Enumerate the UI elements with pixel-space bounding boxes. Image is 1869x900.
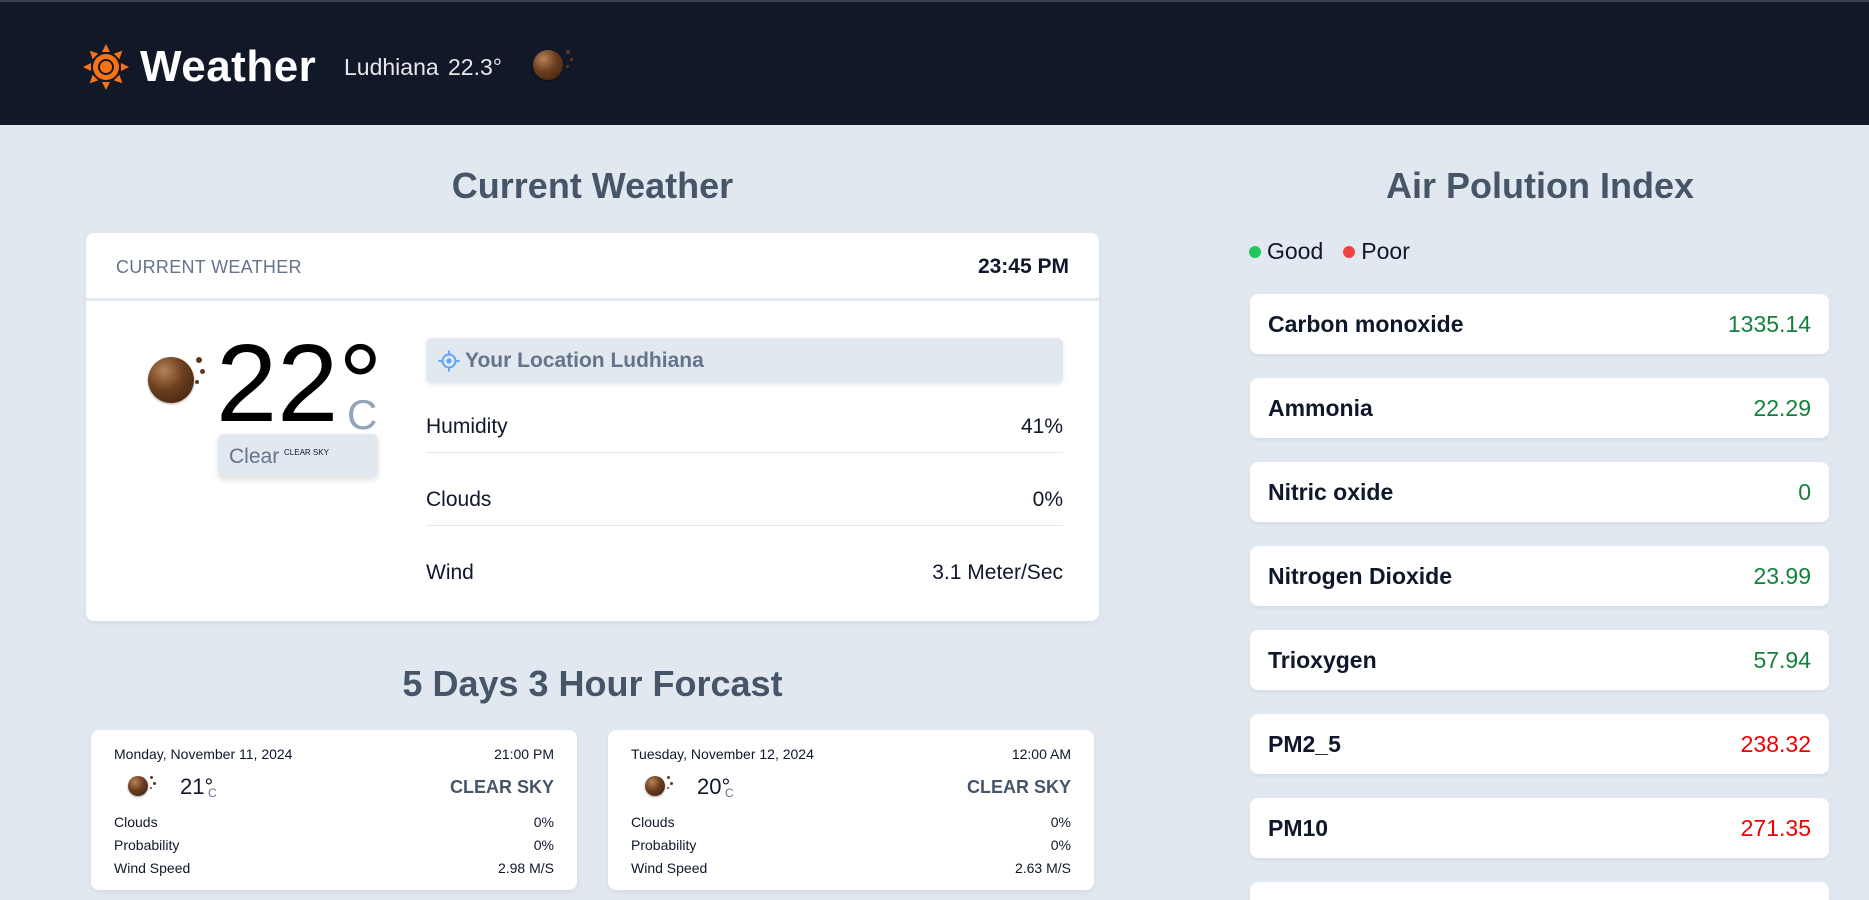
pollutant-name: Carbon monoxide	[1268, 311, 1464, 337]
pollutant-value: 0	[1798, 479, 1811, 505]
location-pill[interactable]: Your Location Ludhiana	[426, 338, 1063, 383]
forecast-row-label: Probability	[114, 837, 180, 853]
pollutant-value: 238.32	[1740, 731, 1811, 757]
legend-item-poor: Poor	[1343, 238, 1410, 265]
location-target-icon	[438, 350, 460, 372]
forecast-row: Wind Speed 2.98 M/S	[114, 860, 554, 880]
header-city: Ludhiana	[344, 54, 439, 80]
forecast-row-label: Wind Speed	[114, 860, 191, 876]
forecast-row-label: Probability	[631, 837, 697, 853]
condition-description: CLEAR SKY	[284, 448, 329, 457]
legend-dot-good	[1249, 245, 1261, 258]
legend-label: Poor	[1361, 238, 1410, 264]
condition-main: Clear	[229, 445, 280, 468]
pollutant-card: PM10 271.35	[1250, 798, 1829, 858]
forecast-unit: C	[208, 786, 217, 800]
location-text: Your Location Ludhiana	[465, 349, 704, 372]
brand-title: Weather	[140, 42, 317, 91]
legend-item-good: Good	[1249, 238, 1323, 265]
pollutant-card: Nitric oxide 0	[1250, 462, 1829, 522]
forecast-row-value: 2.98 M/S	[497, 860, 554, 876]
card-header: CURRENT WEATHER 23:45 PM	[86, 233, 1099, 301]
temperature-unit: C	[347, 391, 378, 438]
forecast-row-value: 0%	[533, 837, 554, 853]
forecast-row-label: Clouds	[631, 814, 675, 830]
pollutant-card: Nitrogen Dioxide 23.99	[1250, 546, 1829, 606]
forecast-row-value: 0%	[533, 814, 554, 830]
forecast-row: Wind Speed 2.63 M/S	[631, 860, 1071, 880]
condition-badge: Clear CLEAR SKY	[218, 434, 378, 477]
forecast-row-value: 0%	[1050, 837, 1071, 853]
forecast-date: Monday, November 11, 2024	[114, 746, 293, 762]
stat-label: Humidity	[426, 415, 508, 438]
forecast-heading: 5 Days 3 Hour Forcast	[402, 663, 783, 704]
forecast-time: 21:00 PM	[494, 746, 554, 762]
pollutant-value: 22.29	[1753, 395, 1811, 421]
pollutant-name: Nitrogen Dioxide	[1268, 563, 1453, 589]
current-weather-heading: Current Weather	[451, 165, 734, 206]
forecast-time: 12:00 AM	[1011, 746, 1071, 762]
pollutant-card: Ammonia 22.29	[1250, 378, 1829, 438]
legend-label: Good	[1267, 238, 1324, 264]
forecast-date: Tuesday, November 12, 2024	[631, 746, 814, 762]
top-navbar: Weather Ludhiana 22.3°	[0, 0, 1869, 125]
clouds-row: Clouds 0%	[426, 478, 1063, 526]
wind-row: Wind 3.1 Meter/Sec	[426, 551, 1063, 599]
forecast-row: Clouds 0%	[114, 814, 554, 834]
moon-icon	[128, 774, 158, 798]
humidity-row: Humidity 41%	[426, 405, 1063, 453]
air-quality-legend: Good Poor	[1249, 238, 1430, 265]
sun-icon	[83, 44, 129, 90]
forecast-description: CLEAR SKY	[449, 777, 554, 797]
stat-label: Wind	[426, 561, 474, 584]
pollutant-value: 271.35	[1740, 815, 1811, 841]
forecast-row-label: Clouds	[114, 814, 158, 830]
pollutant-name: Nitric oxide	[1268, 479, 1394, 505]
legend-dot-poor	[1343, 245, 1356, 258]
current-weather-card: CURRENT WEATHER 23:45 PM 22° C Clear CLE…	[86, 233, 1099, 621]
current-time: 23:45 PM	[977, 255, 1069, 278]
brand[interactable]: Weather	[82, 42, 316, 92]
forecast-row: Probability 0%	[114, 837, 554, 857]
header-temperature: 22.3°	[448, 54, 502, 80]
pollutant-name: Ammonia	[1268, 395, 1373, 421]
forecast-unit: C	[725, 786, 734, 800]
forecast-row: Probability 0%	[631, 837, 1071, 857]
forecast-row-value: 0%	[1050, 814, 1071, 830]
pollutant-card: Trioxygen 57.94	[1250, 630, 1829, 690]
card-header-label: CURRENT WEATHER	[116, 257, 302, 277]
moon-icon	[148, 353, 208, 405]
stat-value: 41%	[1020, 415, 1063, 438]
pollutant-card: PM2_5 238.32	[1250, 714, 1829, 774]
forecast-card[interactable]: Monday, November 11, 2024 21:00 PM 21° C…	[91, 730, 577, 890]
pollutant-name: PM10	[1268, 815, 1329, 841]
forecast-row-label: Wind Speed	[631, 860, 708, 876]
stat-value: 0%	[1032, 488, 1063, 511]
pollutant-card: Carbon monoxide 1335.14	[1250, 294, 1829, 354]
moon-icon	[645, 774, 675, 798]
pollutant-value: 23.99	[1753, 563, 1811, 589]
forecast-card[interactable]: Tuesday, November 12, 2024 12:00 AM 20° …	[608, 730, 1094, 890]
forecast-description: CLEAR SKY	[966, 777, 1071, 797]
forecast-row: Clouds 0%	[631, 814, 1071, 834]
moon-icon	[533, 47, 577, 83]
pollutant-card-partial	[1250, 882, 1829, 900]
pollutant-value: 57.94	[1753, 647, 1811, 673]
pollutant-value: 1335.14	[1727, 311, 1811, 337]
pollutant-name: PM2_5	[1268, 731, 1341, 757]
air-pollution-heading: Air Polution Index	[1385, 165, 1694, 206]
stat-value: 3.1 Meter/Sec	[932, 561, 1063, 584]
stat-label: Clouds	[426, 488, 492, 511]
forecast-row-value: 2.63 M/S	[1014, 860, 1071, 876]
pollutant-name: Trioxygen	[1268, 647, 1377, 673]
